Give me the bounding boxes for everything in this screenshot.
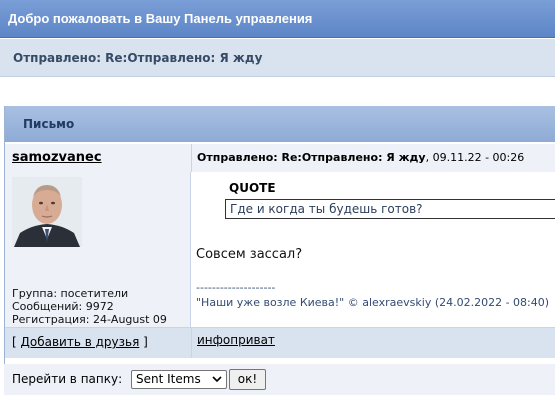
author-name-link[interactable]: samozvanec [12, 144, 102, 172]
message-subject-bar: Отправлено: Re:Отправлено: Я жду [0, 39, 555, 77]
post-meta: Отправлено: Re:Отправлено: Я жду, 09.11.… [191, 144, 555, 172]
welcome-header: Добро пожаловать в Вашу Панель управлени… [0, 0, 555, 38]
user-info: Группа: посетители Сообщений: 9972 Регис… [12, 287, 167, 326]
post-actions-row: [ Добавить в друзья ] инфоприват [5, 327, 555, 358]
signature-separator: -------------------- [196, 281, 276, 294]
ok-button[interactable]: ок! [229, 369, 266, 390]
folder-label: Перейти в папку: [12, 372, 123, 386]
quote-label: QUOTE [229, 181, 276, 195]
author-row: samozvanec Отправлено: Re:Отправлено: Я … [5, 144, 555, 173]
bracket-open: [ [12, 335, 21, 349]
signature-text: "Наши уже возле Киева!" © alexraevskiy (… [196, 296, 550, 309]
folder-selected-value: Sent Items [136, 372, 201, 386]
bracket-close: ] [139, 335, 148, 349]
user-avatar-photo-icon [12, 177, 82, 247]
folder-nav-bar: Перейти в папку: Sent Items ок! [4, 364, 555, 395]
author-info-column: Группа: посетители Сообщений: 9972 Регис… [5, 172, 191, 327]
private-info-cell: инфоприват [191, 328, 555, 358]
post-subject: Отправлено: Re:Отправлено: Я жду [197, 151, 426, 164]
post-datetime: , 09.11.22 - 00:26 [425, 151, 525, 164]
info-private-link[interactable]: инфоприват [197, 328, 275, 352]
spacer [0, 78, 555, 106]
message-body-column: QUOTE Где и когда ты будешь готов? Совсе… [191, 172, 555, 327]
folder-select[interactable]: Sent Items [131, 370, 227, 389]
add-friend-wrapper: [ Добавить в друзья ] [12, 328, 148, 356]
user-group: Группа: посетители [12, 287, 129, 300]
chevron-down-icon [212, 371, 222, 394]
user-posts-count: Сообщений: 9972 [12, 300, 114, 313]
message-text: Совсем зассал? [196, 247, 303, 262]
add-friend-link[interactable]: Добавить в друзья [21, 335, 140, 349]
user-registration: Регистрация: 24-August 09 [12, 313, 167, 326]
message-box: Письмо samozvanec Отправлено: Re:Отправл… [4, 106, 555, 364]
message-box-title: Письмо [5, 106, 555, 142]
quote-box: Где и когда ты будешь готов? [225, 199, 555, 219]
